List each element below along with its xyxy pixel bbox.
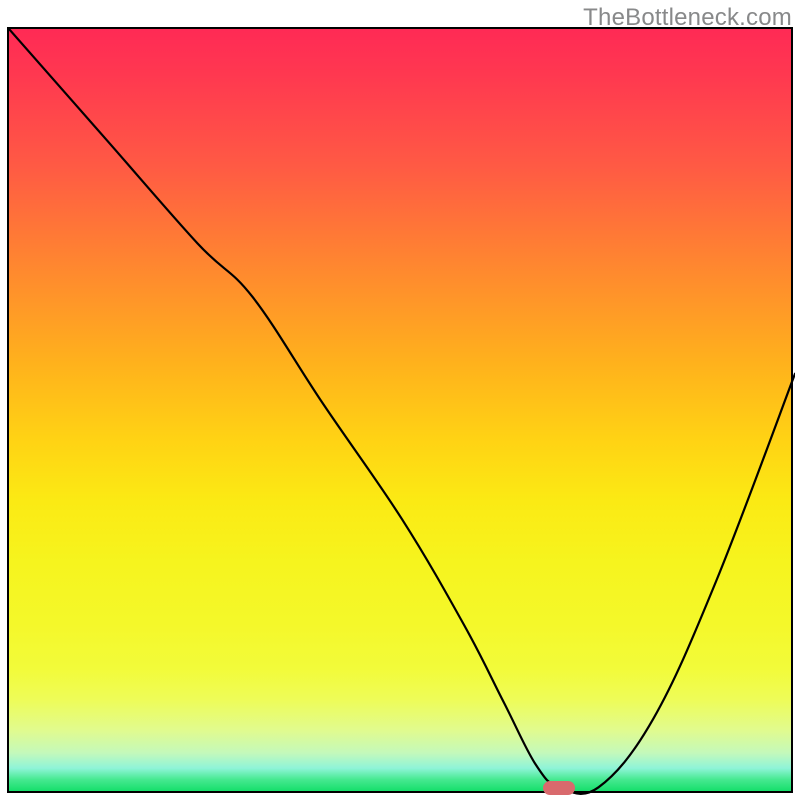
chart-plot-area xyxy=(7,27,793,793)
bottleneck-curve xyxy=(9,29,795,795)
optimal-point-marker xyxy=(543,781,575,795)
